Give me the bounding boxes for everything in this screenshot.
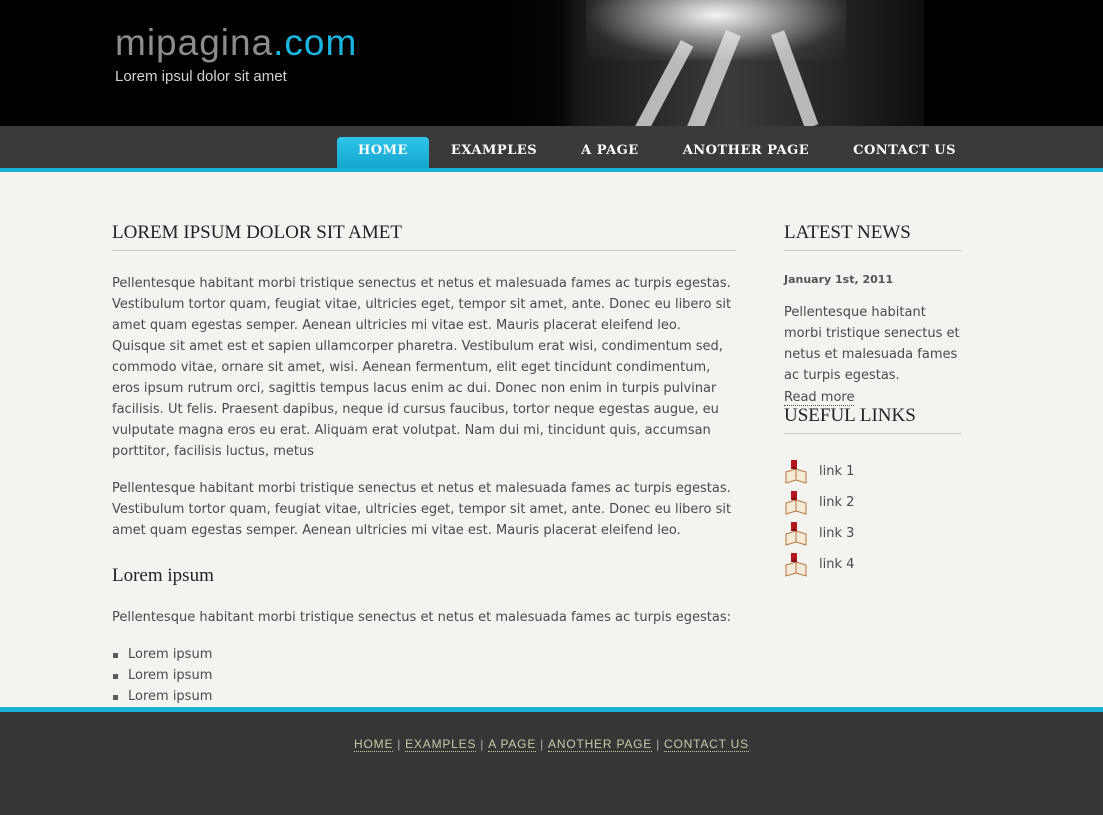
book-icon: [785, 459, 807, 484]
footer-separator: |: [480, 737, 485, 751]
book-icon: [785, 490, 807, 515]
bullet-list: Lorem ipsum Lorem ipsum Lorem ipsum: [112, 644, 736, 707]
main-navigation: HOME EXAMPLES A PAGE ANOTHER PAGE CONTAC…: [0, 126, 1103, 172]
list-item: Lorem ipsum: [113, 686, 736, 707]
footer-separator: |: [397, 737, 402, 751]
logo-main: mipagina: [115, 22, 274, 63]
nav-a-page[interactable]: A PAGE: [559, 137, 661, 168]
useful-link-item[interactable]: link 3: [784, 518, 962, 549]
subheading: Lorem ipsum: [112, 565, 214, 586]
footer-link-a-page[interactable]: A PAGE: [488, 737, 537, 752]
footer-link-examples[interactable]: EXAMPLES: [405, 737, 477, 752]
book-icon: [785, 552, 807, 577]
useful-links-list: link 1 link 2 link 3 link 4: [784, 456, 962, 580]
paragraph: Pellentesque habitant morbi tristique se…: [112, 610, 731, 625]
header-photo: [436, 0, 924, 126]
useful-links-title: USEFUL LINKS: [784, 405, 962, 434]
news-text: Pellentesque habitant morbi tristique se…: [784, 305, 960, 383]
site-logo[interactable]: mipagina.com: [115, 22, 357, 64]
nav-examples[interactable]: EXAMPLES: [429, 137, 559, 168]
list-item: Lorem ipsum: [113, 644, 736, 665]
nav-another-page[interactable]: ANOTHER PAGE: [661, 137, 831, 168]
useful-link-item[interactable]: link 1: [784, 456, 962, 487]
footer-separator: |: [656, 737, 661, 751]
useful-link[interactable]: link 3: [819, 526, 854, 541]
read-more-link[interactable]: Read more: [784, 390, 855, 406]
page-title: LOREM IPSUM DOLOR SIT AMET: [112, 222, 736, 251]
footer-link-another-page[interactable]: ANOTHER PAGE: [548, 737, 653, 752]
footer-link-contact-us[interactable]: CONTACT US: [664, 737, 749, 752]
paragraph: Pellentesque habitant morbi tristique se…: [112, 276, 732, 459]
site-header: mipagina.com Lorem ipsul dolor sit amet: [0, 0, 1103, 126]
main-area: LOREM IPSUM DOLOR SIT AMET Pellentesque …: [0, 172, 1103, 707]
logo-accent: .com: [273, 22, 358, 63]
book-icon: [785, 521, 807, 546]
paragraph: Pellentesque habitant morbi tristique se…: [112, 481, 732, 538]
nav-home[interactable]: HOME: [337, 137, 429, 168]
useful-link[interactable]: link 1: [819, 464, 854, 479]
main-content: LOREM IPSUM DOLOR SIT AMET Pellentesque …: [112, 222, 736, 707]
list-item: Lorem ipsum: [113, 665, 736, 686]
useful-link-item[interactable]: link 2: [784, 487, 962, 518]
footer-navigation: HOME | EXAMPLES | A PAGE | ANOTHER PAGE | CONTAC…: [0, 737, 1103, 752]
nav-contact-us[interactable]: CONTACT US: [831, 137, 978, 168]
useful-link[interactable]: link 2: [819, 495, 854, 510]
site-tagline: Lorem ipsul dolor sit amet: [115, 68, 287, 85]
site-footer: HOME | EXAMPLES | A PAGE | ANOTHER PAGE | CONTAC…: [0, 707, 1103, 815]
latest-news-title: LATEST NEWS: [784, 222, 962, 251]
useful-link-item[interactable]: link 4: [784, 549, 962, 580]
useful-link[interactable]: link 4: [819, 557, 854, 572]
footer-separator: |: [540, 737, 545, 751]
footer-link-home[interactable]: HOME: [354, 737, 394, 752]
sidebar: LATEST NEWS January 1st, 2011 Pellentesq…: [784, 222, 962, 580]
news-date: January 1st, 2011: [784, 273, 894, 286]
